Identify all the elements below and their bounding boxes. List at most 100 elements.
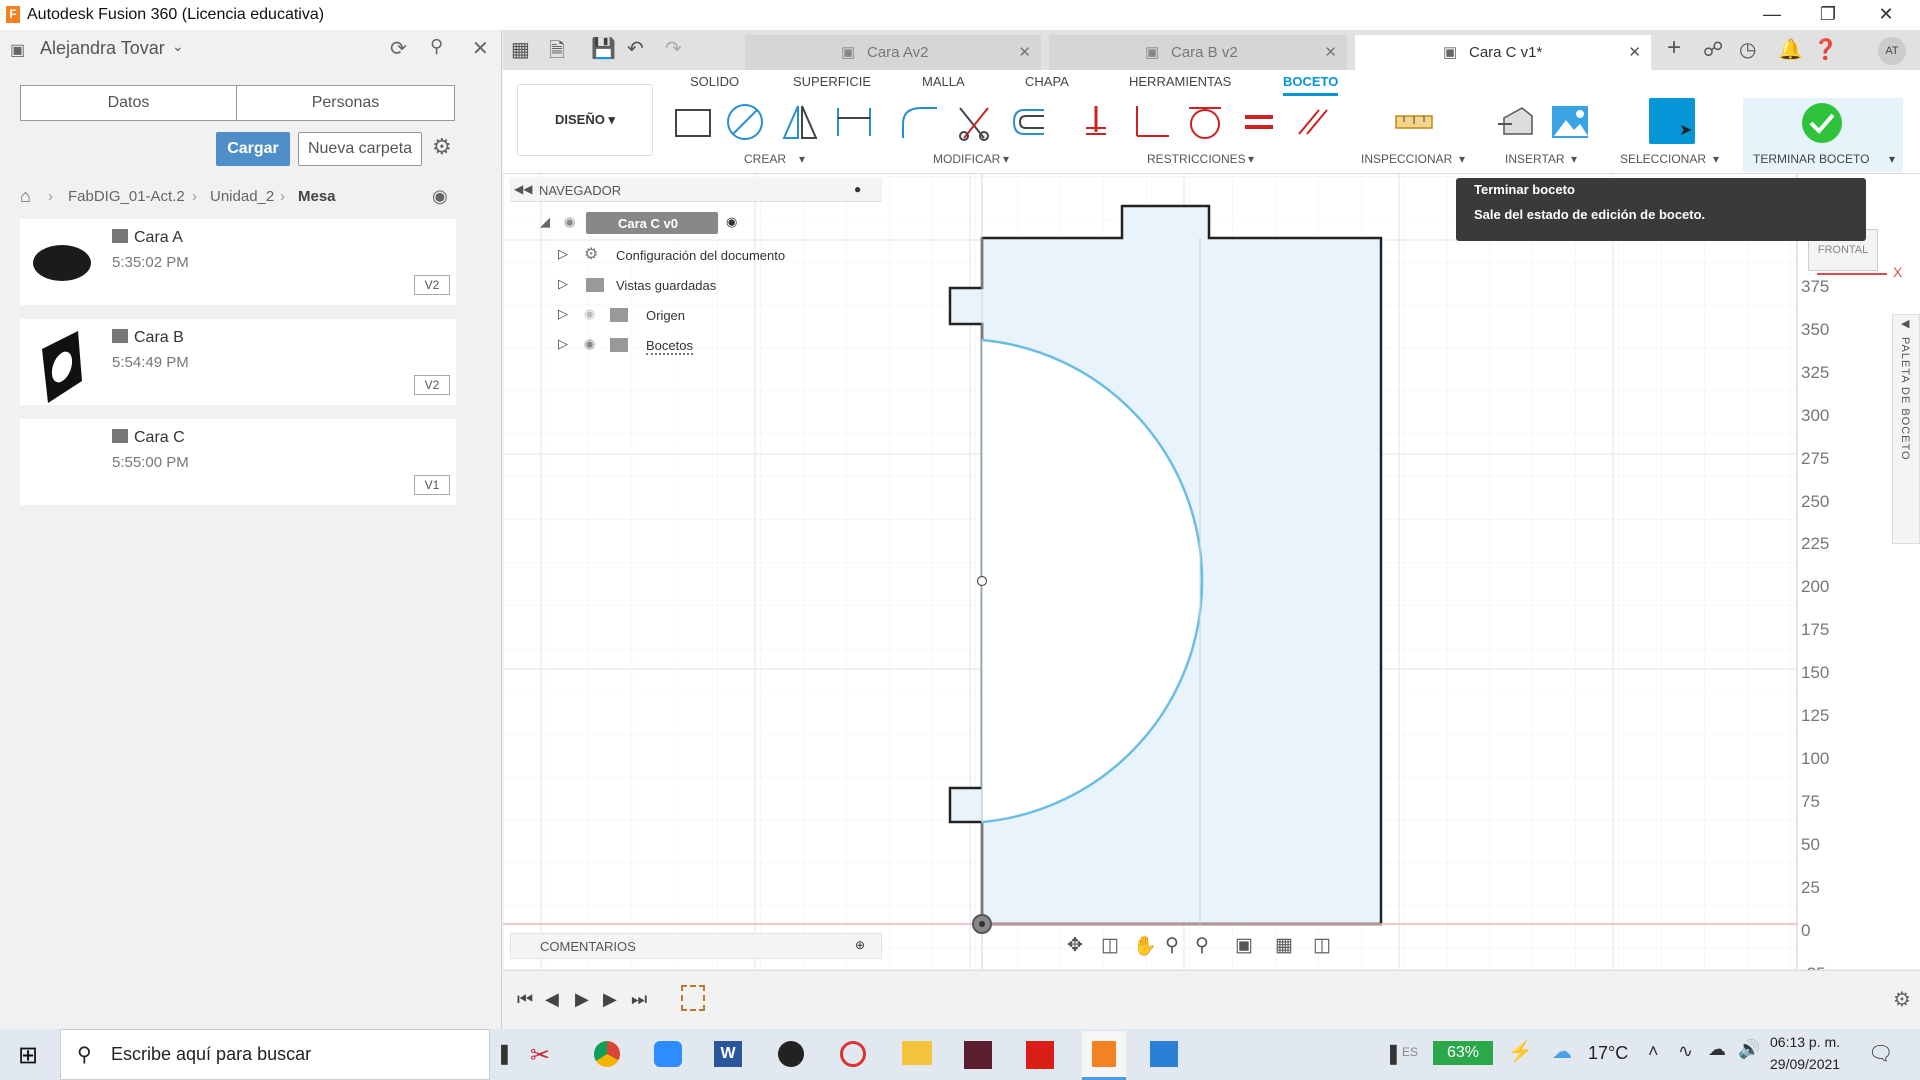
rectangle-tool-icon[interactable] — [672, 102, 712, 142]
snipping-tool-icon[interactable]: ✂ — [530, 1041, 550, 1070]
restore-button[interactable]: ❐ — [1800, 0, 1856, 30]
version-badge[interactable]: V2 — [414, 375, 450, 395]
dimension-tool-icon[interactable] — [834, 102, 874, 142]
browser-item-sketches[interactable]: ▷ ◉ Bocetos — [546, 336, 866, 360]
puzzle-app-icon[interactable] — [964, 1041, 992, 1069]
browser-root[interactable]: ◢ ◉ Cara C v0 ◉ — [526, 212, 866, 238]
user-menu[interactable]: Alejandra Tovar — [40, 38, 165, 59]
group-seleccionar[interactable]: SELECCIONAR — [1620, 152, 1706, 166]
job-status-icon[interactable]: ◷ — [1739, 37, 1756, 62]
file-card-cara-c[interactable]: Cara C 5:55:00 PM V1 — [20, 419, 456, 505]
tangent-constraint-icon[interactable] — [1185, 102, 1225, 142]
expand-triangle-icon[interactable]: ▷ — [558, 336, 568, 352]
task-view-icon[interactable]: ❚ — [496, 1041, 513, 1066]
fit-icon[interactable]: ⚲ — [1195, 934, 1209, 957]
version-badge[interactable]: V1 — [414, 475, 450, 495]
notifications-icon[interactable]: 🗨 — [1868, 1041, 1893, 1066]
mirror-tool-icon[interactable] — [780, 102, 820, 142]
notifications-bell-icon[interactable]: 🔔 — [1778, 37, 1803, 62]
zoom-app-icon[interactable] — [654, 1041, 682, 1067]
measure-tool-icon[interactable] — [1394, 102, 1434, 142]
tab-cara-c[interactable]: ▣ Cara C v1* ✕ — [1355, 35, 1651, 70]
help-icon[interactable]: ❓ — [1813, 37, 1838, 62]
expand-triangle-icon[interactable]: ▷ — [558, 306, 568, 322]
step-back-icon[interactable]: ◀ — [545, 989, 559, 1010]
gear-icon[interactable]: ⚙ — [432, 134, 452, 160]
tab-herramientas[interactable]: HERRAMIENTAS — [1129, 74, 1231, 89]
select-tool-icon[interactable]: ➤ — [1649, 98, 1695, 144]
avatar[interactable]: AT — [1878, 37, 1906, 65]
insert-canvas-image-icon[interactable] — [1550, 102, 1590, 142]
chevron-down-icon[interactable]: ▾ — [799, 152, 805, 166]
windows-start-icon[interactable]: ⊞ — [18, 1041, 38, 1070]
chevron-down-icon[interactable]: ▾ — [1459, 152, 1465, 166]
timeline-sketch-marker[interactable] — [681, 985, 705, 1011]
breadcrumb-item[interactable]: FabDIG_01-Act.2 — [68, 188, 185, 205]
file-menu-icon[interactable]: 🗎 — [549, 36, 565, 70]
eye-hidden-icon[interactable]: ◉ — [584, 306, 595, 322]
extensions-icon[interactable]: ☍ — [1703, 37, 1723, 62]
save-icon[interactable]: 💾 — [591, 36, 616, 61]
close-icon[interactable]: ✕ — [1018, 35, 1031, 70]
tab-malla[interactable]: MALLA — [922, 74, 965, 89]
volume-icon[interactable]: 🔊 — [1738, 1039, 1760, 1060]
zoom-icon[interactable]: ⚲ — [1165, 934, 1179, 957]
group-insertar[interactable]: INSERTAR — [1505, 152, 1565, 166]
orbit-icon[interactable]: ✥ — [1067, 934, 1083, 957]
taskbar-search[interactable]: ⚲ Escribe aquí para buscar — [60, 1029, 490, 1080]
new-tab-plus-icon[interactable]: + — [1667, 34, 1681, 62]
recycle-app-icon[interactable] — [840, 1041, 866, 1067]
close-icon[interactable]: ✕ — [1324, 35, 1337, 70]
upload-button[interactable]: Cargar — [216, 132, 290, 166]
play-icon[interactable]: ▶ — [575, 989, 589, 1010]
group-restricciones[interactable]: RESTRICCIONES — [1147, 152, 1246, 166]
chrome-icon[interactable] — [594, 1041, 620, 1067]
trim-tool-icon[interactable] — [954, 102, 994, 142]
app-grid-icon[interactable]: ▦ — [511, 37, 530, 62]
parallel-constraint-icon[interactable] — [1293, 102, 1333, 142]
comments-bar[interactable]: COMENTARIOS ⊕ — [510, 933, 882, 959]
tab-datos[interactable]: Datos — [20, 85, 237, 121]
media-player-icon[interactable] — [778, 1041, 804, 1067]
group-modificar[interactable]: MODIFICAR — [933, 152, 1000, 166]
tab-superficie[interactable]: SUPERFICIE — [793, 74, 871, 89]
close-icon[interactable]: ✕ — [1628, 35, 1641, 70]
photos-icon[interactable] — [1150, 1041, 1178, 1067]
file-card-cara-a[interactable]: Cara A 5:35:02 PM V2 — [20, 219, 456, 305]
chevron-down-icon[interactable]: ▾ — [1571, 152, 1577, 166]
coincident-constraint-icon[interactable] — [1076, 102, 1116, 142]
browser-item-config[interactable]: ▷ ⚙ Configuración del documento — [546, 246, 866, 270]
workspace-selector[interactable]: DISEÑO ▾ — [517, 84, 653, 156]
battery-indicator[interactable]: 63% — [1433, 1041, 1493, 1065]
skip-start-icon[interactable]: ⏮ — [517, 989, 533, 1010]
center-point[interactable] — [976, 575, 988, 587]
temperature[interactable]: 17°C — [1588, 1043, 1628, 1064]
browser-item-saved-views[interactable]: ▷ Vistas guardadas — [546, 276, 866, 300]
chevron-down-icon[interactable]: ▾ — [1248, 152, 1254, 166]
clock-date[interactable]: 29/09/2021 — [1770, 1056, 1840, 1072]
grid-settings-icon[interactable]: ▦ — [1275, 934, 1293, 957]
minimize-button[interactable]: — — [1744, 0, 1800, 30]
file-explorer-icon[interactable] — [902, 1041, 932, 1065]
undo-icon[interactable]: ↶ — [627, 36, 644, 61]
power-plug-icon[interactable]: ⚡ — [1508, 1039, 1533, 1064]
breadcrumb-item[interactable]: Unidad_2 — [210, 188, 274, 205]
tab-solido[interactable]: SOLIDO — [690, 74, 739, 89]
fillet-tool-icon[interactable] — [899, 102, 939, 142]
home-icon[interactable]: ⌂ — [20, 186, 31, 207]
look-at-icon[interactable]: ◫ — [1101, 934, 1119, 957]
redo-icon[interactable]: ↷ — [665, 36, 682, 61]
equal-constraint-icon[interactable] — [1239, 102, 1279, 142]
collapse-icon[interactable]: ◀◀ — [514, 182, 532, 196]
tab-chapa[interactable]: CHAPA — [1025, 74, 1069, 89]
language-indicator[interactable]: ES — [1402, 1045, 1418, 1059]
offset-tool-icon[interactable] — [1008, 102, 1048, 142]
new-folder-button[interactable]: Nueva carpeta — [298, 132, 422, 166]
pan-hand-icon[interactable]: ✋ — [1133, 934, 1157, 958]
acrobat-icon[interactable] — [1026, 1041, 1054, 1069]
minimize-panel-icon[interactable]: ● — [854, 182, 861, 196]
tab-boceto[interactable]: BOCETO — [1283, 74, 1339, 96]
globe-icon[interactable]: ◉ — [432, 186, 448, 207]
collapse-triangle-icon[interactable]: ◢ — [540, 214, 550, 230]
sketch-palette-collapsed[interactable]: ◀ PALETA DE BOCETO — [1892, 314, 1920, 544]
